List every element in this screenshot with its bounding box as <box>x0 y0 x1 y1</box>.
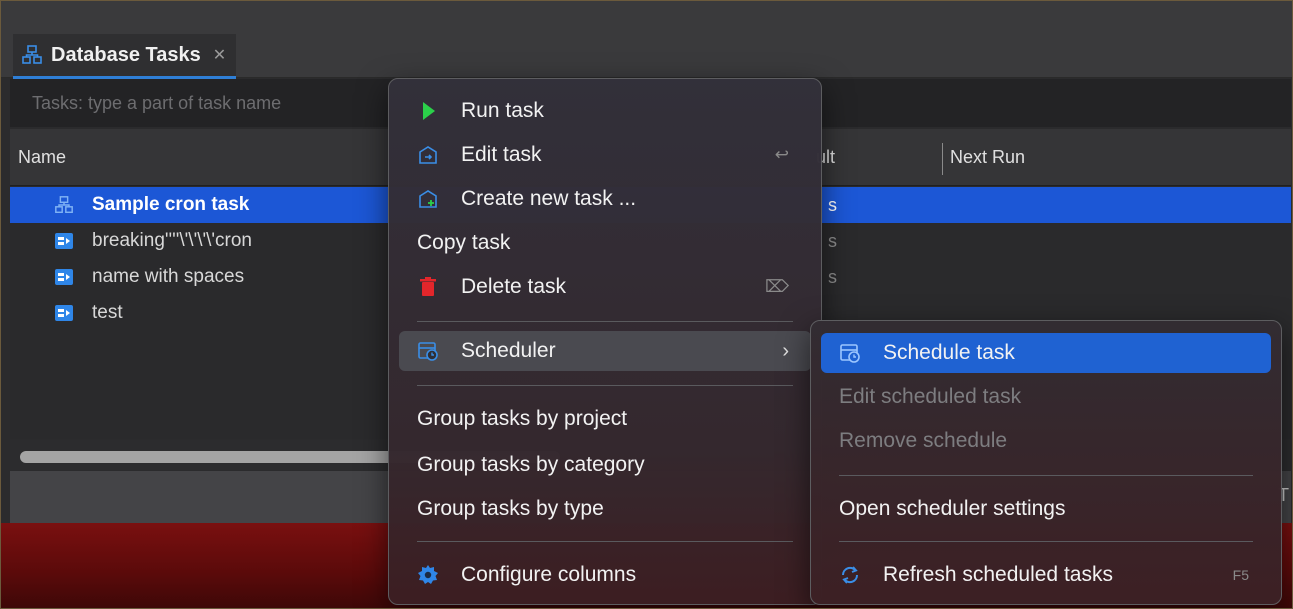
play-icon <box>423 102 435 120</box>
menu-item-group-by-category[interactable]: Group tasks by category <box>399 445 811 485</box>
menu-separator <box>417 541 793 542</box>
refresh-icon <box>841 566 859 584</box>
task-icon <box>55 305 73 321</box>
menu-item-group-by-project[interactable]: Group tasks by project <box>399 399 811 439</box>
menu-item-scheduler[interactable]: Scheduler › <box>399 331 811 371</box>
task-icon <box>55 233 73 249</box>
task-result: s <box>828 267 837 287</box>
create-task-icon <box>419 190 437 208</box>
task-result: s <box>828 195 837 215</box>
menu-item-label: Group tasks by project <box>417 407 628 430</box>
column-header-name[interactable]: Name <box>18 129 66 185</box>
tab-database-tasks[interactable]: Database Tasks ✕ <box>13 34 237 79</box>
column-header-next-run[interactable]: Next Run <box>950 129 1025 185</box>
shortcut-f5: F5 <box>1232 567 1249 583</box>
task-context-menu: Run task Edit task ↩ Create new task ...… <box>388 78 822 605</box>
menu-item-label: Delete task <box>461 275 567 298</box>
menu-item-run-task[interactable]: Run task <box>399 91 811 131</box>
task-name: Sample cron task <box>92 194 250 215</box>
task-icon <box>55 269 73 285</box>
menu-item-label: Configure columns <box>461 563 637 586</box>
menu-item-label: Group tasks by type <box>417 497 604 520</box>
menu-separator <box>417 385 793 386</box>
menu-item-edit-task[interactable]: Edit task ↩ <box>399 135 811 175</box>
scheduler-submenu: Schedule task Edit scheduled task Remove… <box>810 320 1282 605</box>
menu-item-create-new-task[interactable]: Create new task ... <box>399 179 811 219</box>
menu-item-label: Scheduler <box>461 339 556 362</box>
menu-separator <box>417 321 793 322</box>
column-separator[interactable] <box>942 143 943 175</box>
shortcut-delete-icon: ⌦ <box>764 277 789 296</box>
trash-icon <box>420 277 436 296</box>
menu-separator <box>839 541 1253 542</box>
menu-item-label: Copy task <box>417 231 511 254</box>
schedule-icon <box>840 344 860 363</box>
menu-item-refresh-scheduled-tasks[interactable]: Refresh scheduled tasks F5 <box>821 555 1271 595</box>
menu-item-label: Create new task ... <box>461 187 637 210</box>
task-name: name with spaces <box>92 266 245 287</box>
task-name: breaking''''\'\'\'\'cron <box>92 230 252 251</box>
menu-item-label: Edit scheduled task <box>839 385 1022 408</box>
database-tasks-icon <box>22 45 42 64</box>
close-icon[interactable]: ✕ <box>213 45 226 65</box>
menu-item-group-by-type[interactable]: Group tasks by type <box>399 489 811 529</box>
menu-item-delete-task[interactable]: Delete task ⌦ <box>399 267 811 307</box>
menu-item-remove-schedule[interactable]: Remove schedule <box>821 421 1271 461</box>
edit-task-icon <box>419 146 437 164</box>
menu-item-label: Group tasks by category <box>417 453 645 476</box>
tab-strip: Database Tasks ✕ <box>1 1 1292 79</box>
menu-item-label: Refresh scheduled tasks <box>883 563 1113 586</box>
menu-item-open-scheduler-settings[interactable]: Open scheduler settings <box>821 489 1271 529</box>
task-result: s <box>828 231 837 251</box>
scheduler-icon <box>418 342 438 361</box>
chevron-right-icon: › <box>782 340 789 362</box>
shortcut-return-icon: ↩ <box>774 145 789 164</box>
app-window: Database Tasks ✕ Name ult Next Run Sampl… <box>0 0 1293 609</box>
menu-item-copy-task[interactable]: Copy task <box>399 223 811 263</box>
menu-separator <box>839 475 1253 476</box>
menu-item-label: Edit task <box>461 143 542 166</box>
menu-item-edit-scheduled-task[interactable]: Edit scheduled task <box>821 377 1271 417</box>
menu-item-configure-columns[interactable]: Configure columns <box>399 555 811 595</box>
task-name: test <box>92 302 123 323</box>
menu-item-label: Open scheduler settings <box>839 497 1066 520</box>
menu-item-schedule-task[interactable]: Schedule task <box>821 333 1271 373</box>
task-group-icon <box>55 196 73 213</box>
gear-icon <box>418 565 438 584</box>
menu-item-label: Run task <box>461 99 544 122</box>
menu-item-label: Remove schedule <box>839 429 1008 452</box>
tab-title: Database Tasks <box>51 43 201 66</box>
menu-item-label: Schedule task <box>883 341 1015 364</box>
